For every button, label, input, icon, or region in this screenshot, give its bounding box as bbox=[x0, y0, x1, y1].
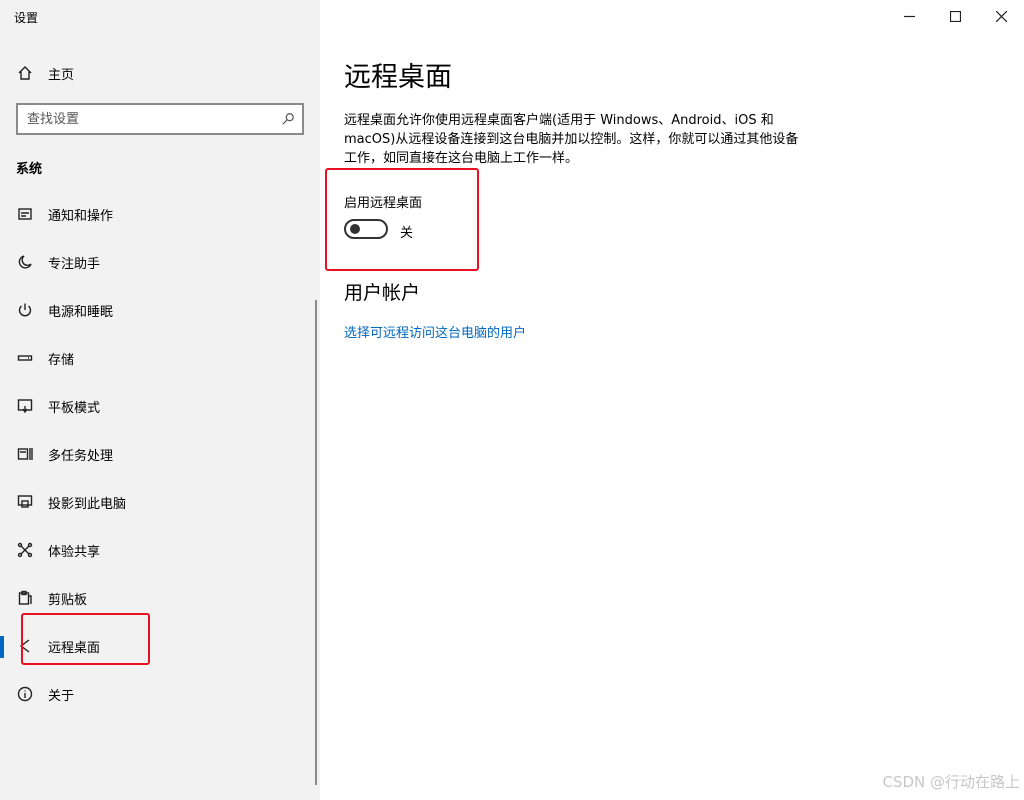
sidebar-item-label: 专注助手 bbox=[48, 256, 101, 272]
info-icon bbox=[16, 685, 34, 703]
main-panel: 远程桌面 远程桌面允许你使用远程桌面客户端(适用于 Windows、Androi… bbox=[320, 0, 1024, 800]
section-header: 系统 bbox=[16, 162, 43, 177]
sidebar-item-label: 剪贴板 bbox=[48, 592, 88, 608]
sidebar-item-clipboard[interactable]: 剪贴板 bbox=[0, 574, 320, 622]
sidebar-item-focus-assist[interactable]: 专注助手 bbox=[0, 238, 320, 286]
user-accounts-title: 用户帐户 bbox=[344, 282, 421, 304]
sidebar-item-tablet-mode[interactable]: 平板模式 bbox=[0, 382, 320, 430]
sidebar-item-multitasking[interactable]: 多任务处理 bbox=[0, 430, 320, 478]
toggle-label: 启用远程桌面 bbox=[344, 196, 423, 211]
sidebar-item-label: 远程桌面 bbox=[48, 640, 101, 656]
search-input[interactable] bbox=[18, 105, 274, 133]
sidebar-item-label: 体验共享 bbox=[48, 544, 101, 560]
sidebar: 设置 主页 系统 通知和操作 专注助手 电源和睡 bbox=[0, 0, 320, 800]
clipboard-icon bbox=[16, 589, 34, 607]
toggle-knob bbox=[350, 224, 360, 234]
window-controls bbox=[886, 0, 1024, 32]
sidebar-item-home[interactable]: 主页 bbox=[0, 56, 320, 90]
remote-desktop-toggle[interactable] bbox=[344, 219, 388, 239]
minimize-icon bbox=[903, 15, 915, 17]
sidebar-item-label: 通知和操作 bbox=[48, 208, 114, 224]
sidebar-item-about[interactable]: 关于 bbox=[0, 670, 320, 718]
page-description: 远程桌面允许你使用远程桌面客户端(适用于 Windows、Android、iOS… bbox=[344, 113, 799, 166]
toggle-state-text: 关 bbox=[400, 226, 414, 241]
sidebar-item-label: 投影到此电脑 bbox=[48, 496, 127, 512]
sidebar-item-label: 电源和睡眠 bbox=[48, 304, 114, 320]
sidebar-item-project-to-pc[interactable]: 投影到此电脑 bbox=[0, 478, 320, 526]
sidebar-item-label: 平板模式 bbox=[48, 400, 101, 416]
sidebar-item-label: 存储 bbox=[48, 352, 75, 368]
notification-icon bbox=[16, 205, 34, 223]
app-title: 设置 bbox=[14, 11, 39, 25]
home-icon bbox=[16, 64, 34, 82]
sidebar-item-notifications[interactable]: 通知和操作 bbox=[0, 190, 320, 238]
select-users-link[interactable]: 选择可远程访问这台电脑的用户 bbox=[344, 322, 526, 341]
sidebar-item-storage[interactable]: 存储 bbox=[0, 334, 320, 382]
close-button[interactable] bbox=[978, 0, 1024, 32]
search-icon[interactable] bbox=[274, 105, 302, 133]
sidebar-item-shared-experiences[interactable]: 体验共享 bbox=[0, 526, 320, 574]
sidebar-item-power-sleep[interactable]: 电源和睡眠 bbox=[0, 286, 320, 334]
projection-icon bbox=[16, 493, 34, 511]
maximize-icon bbox=[949, 10, 961, 22]
page-title: 远程桌面 bbox=[344, 62, 452, 93]
sidebar-item-label: 关于 bbox=[48, 688, 75, 704]
sidebar-item-label: 多任务处理 bbox=[48, 448, 114, 464]
maximize-button[interactable] bbox=[932, 0, 978, 32]
sidebar-item-label: 主页 bbox=[48, 67, 75, 83]
watermark: CSDN @行动在路上 bbox=[882, 773, 1020, 791]
power-icon bbox=[16, 301, 34, 319]
tablet-mode-icon bbox=[16, 397, 34, 415]
sidebar-item-remote-desktop[interactable]: 远程桌面 bbox=[0, 622, 320, 670]
multitasking-icon bbox=[16, 445, 34, 463]
remote-desktop-icon bbox=[16, 637, 34, 655]
nav-list: 通知和操作 专注助手 电源和睡眠 存储 平板模式 多任务处理 投影到此电脑 体验… bbox=[0, 190, 320, 718]
moon-icon bbox=[16, 253, 34, 271]
minimize-button[interactable] bbox=[886, 0, 932, 32]
search-box[interactable] bbox=[16, 103, 304, 135]
sidebar-scrollbar[interactable] bbox=[315, 300, 317, 785]
close-icon bbox=[995, 10, 1007, 22]
shared-experiences-icon bbox=[16, 541, 34, 559]
storage-icon bbox=[16, 349, 34, 367]
